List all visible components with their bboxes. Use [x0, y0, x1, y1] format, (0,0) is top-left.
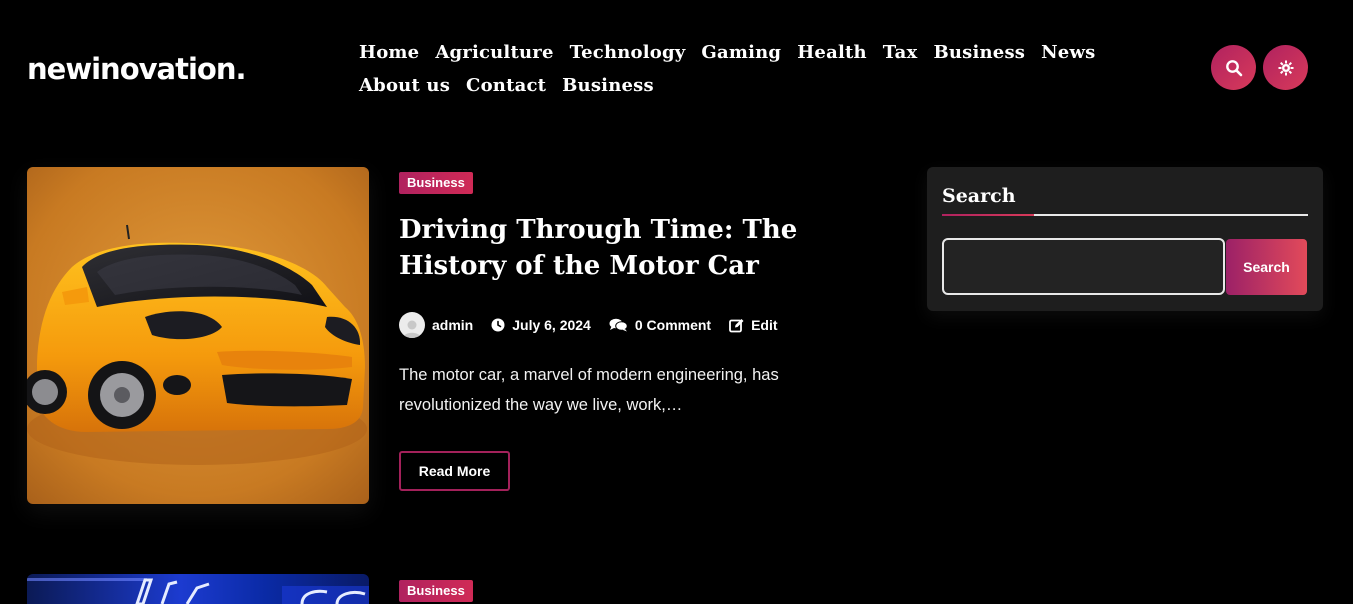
nav-item-agriculture[interactable]: Agriculture: [435, 42, 553, 63]
gear-icon: [1278, 60, 1293, 75]
header-search-button[interactable]: [1211, 45, 1256, 90]
widget-title: Search: [942, 185, 1016, 207]
post-thumbnail-car[interactable]: [27, 167, 369, 504]
nav-item-contact[interactable]: Contact: [466, 75, 546, 96]
post-edit-link[interactable]: Edit: [751, 317, 777, 333]
post-title[interactable]: Driving Through Time: The History of the…: [399, 212, 879, 284]
nav-item-news[interactable]: News: [1041, 42, 1095, 63]
post-excerpt: The motor car, a marvel of modern engine…: [399, 366, 779, 414]
post-thumbnail-tech[interactable]: [27, 574, 369, 604]
nav-item-about-us[interactable]: About us: [359, 75, 450, 96]
tech-image: [27, 578, 369, 604]
nav-item-gaming[interactable]: Gaming: [701, 42, 781, 63]
search-icon: [1225, 59, 1242, 76]
post-author[interactable]: admin: [432, 317, 473, 333]
nav-item-business[interactable]: Business: [933, 42, 1025, 63]
read-more-button[interactable]: Read More: [399, 451, 510, 491]
post-date[interactable]: July 6, 2024: [512, 317, 591, 333]
post-meta: admin July 6, 2024 0 Comment Edit: [399, 312, 778, 338]
nav-item-tax[interactable]: Tax: [883, 42, 918, 63]
site-logo[interactable]: newinovation.: [27, 52, 246, 86]
widget-divider-accent: [942, 214, 1034, 216]
nav-row-2: About us Contact Business: [359, 69, 1059, 102]
comments-icon: [609, 318, 628, 332]
post-comments[interactable]: 0 Comment: [635, 317, 711, 333]
author-avatar[interactable]: [399, 312, 425, 338]
main-nav: Home Agriculture Technology Gaming Healt…: [359, 36, 1095, 102]
nav-item-health[interactable]: Health: [797, 42, 867, 63]
search-input[interactable]: [942, 238, 1225, 295]
user-icon: [403, 320, 421, 338]
nav-item-home[interactable]: Home: [359, 42, 419, 63]
nav-item-business-2[interactable]: Business: [562, 75, 654, 96]
category-badge-2[interactable]: Business: [399, 580, 473, 602]
nav-item-technology[interactable]: Technology: [570, 42, 686, 63]
edit-icon: [729, 318, 744, 332]
search-widget: Search Search: [927, 167, 1323, 311]
widget-divider: [942, 214, 1308, 216]
car-image: [27, 167, 369, 504]
theme-toggle-button[interactable]: [1263, 45, 1308, 90]
search-button[interactable]: Search: [1226, 239, 1307, 295]
clock-icon: [491, 318, 505, 332]
nav-row-1: Home Agriculture Technology Gaming Healt…: [359, 36, 1095, 69]
category-badge[interactable]: Business: [399, 172, 473, 194]
